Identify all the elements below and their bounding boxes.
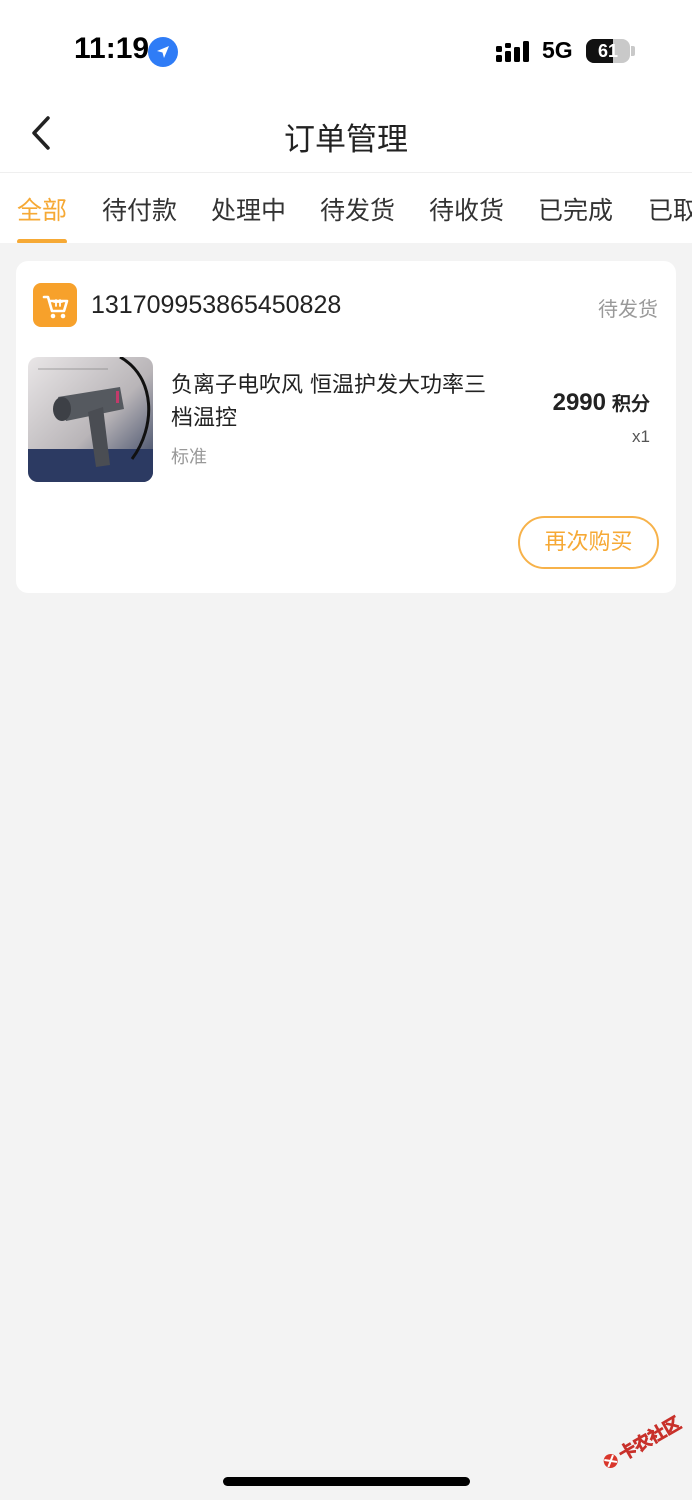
tab-pending-shipment[interactable]: 待发货	[320, 191, 395, 227]
battery-cap	[631, 46, 635, 56]
order-number: 131709953865450828	[91, 291, 342, 319]
product-quantity: x1	[632, 427, 650, 446]
product-image[interactable]	[28, 357, 153, 482]
tab-completed[interactable]: 已完成	[538, 191, 613, 227]
tab-all[interactable]: 全部	[17, 191, 67, 227]
svg-text:卡农社区: 卡农社区	[615, 1413, 684, 1465]
watermark-logo: 卡农社区	[603, 1412, 685, 1468]
network-label: 5G	[542, 37, 573, 63]
buy-again-button[interactable]: 再次购买	[518, 516, 659, 569]
price-value: 2990	[552, 389, 606, 416]
hair-dryer-product-image	[28, 357, 153, 482]
price-block: 2990 积分	[553, 389, 650, 417]
tab-processing[interactable]: 处理中	[211, 191, 286, 227]
active-tab-indicator	[17, 239, 67, 243]
battery-icon: 61	[586, 39, 630, 63]
status-bar: 11:19 5G 61	[0, 0, 692, 100]
product-name[interactable]: 负离子电吹风 恒温护发大功率三档温控	[171, 369, 501, 435]
home-indicator[interactable]	[223, 1477, 470, 1486]
tab-pending-payment[interactable]: 待付款	[102, 191, 177, 227]
status-time: 11:19	[74, 32, 150, 65]
page-title: 订单管理	[284, 122, 408, 158]
nav-bar: 订单管理	[0, 100, 692, 172]
price-unit: 积分	[611, 393, 650, 415]
signal-bars-icon	[496, 41, 529, 62]
shopping-cart-icon	[33, 283, 77, 327]
tab-cancelled[interactable]: 已取消	[648, 191, 692, 227]
product-spec: 标准	[171, 447, 207, 468]
tab-pending-receipt[interactable]: 待收货	[429, 191, 504, 227]
order-tabs: 全部 待付款 处理中 待发货 待收货 已完成 已取消	[0, 172, 692, 243]
order-card[interactable]: 131709953865450828 待发货 负离子电吹风 恒温护发大功率三档温…	[16, 261, 676, 593]
order-status-badge: 待发货	[598, 297, 658, 321]
battery-percent: 61	[597, 41, 619, 61]
location-arrow-icon	[148, 37, 178, 67]
